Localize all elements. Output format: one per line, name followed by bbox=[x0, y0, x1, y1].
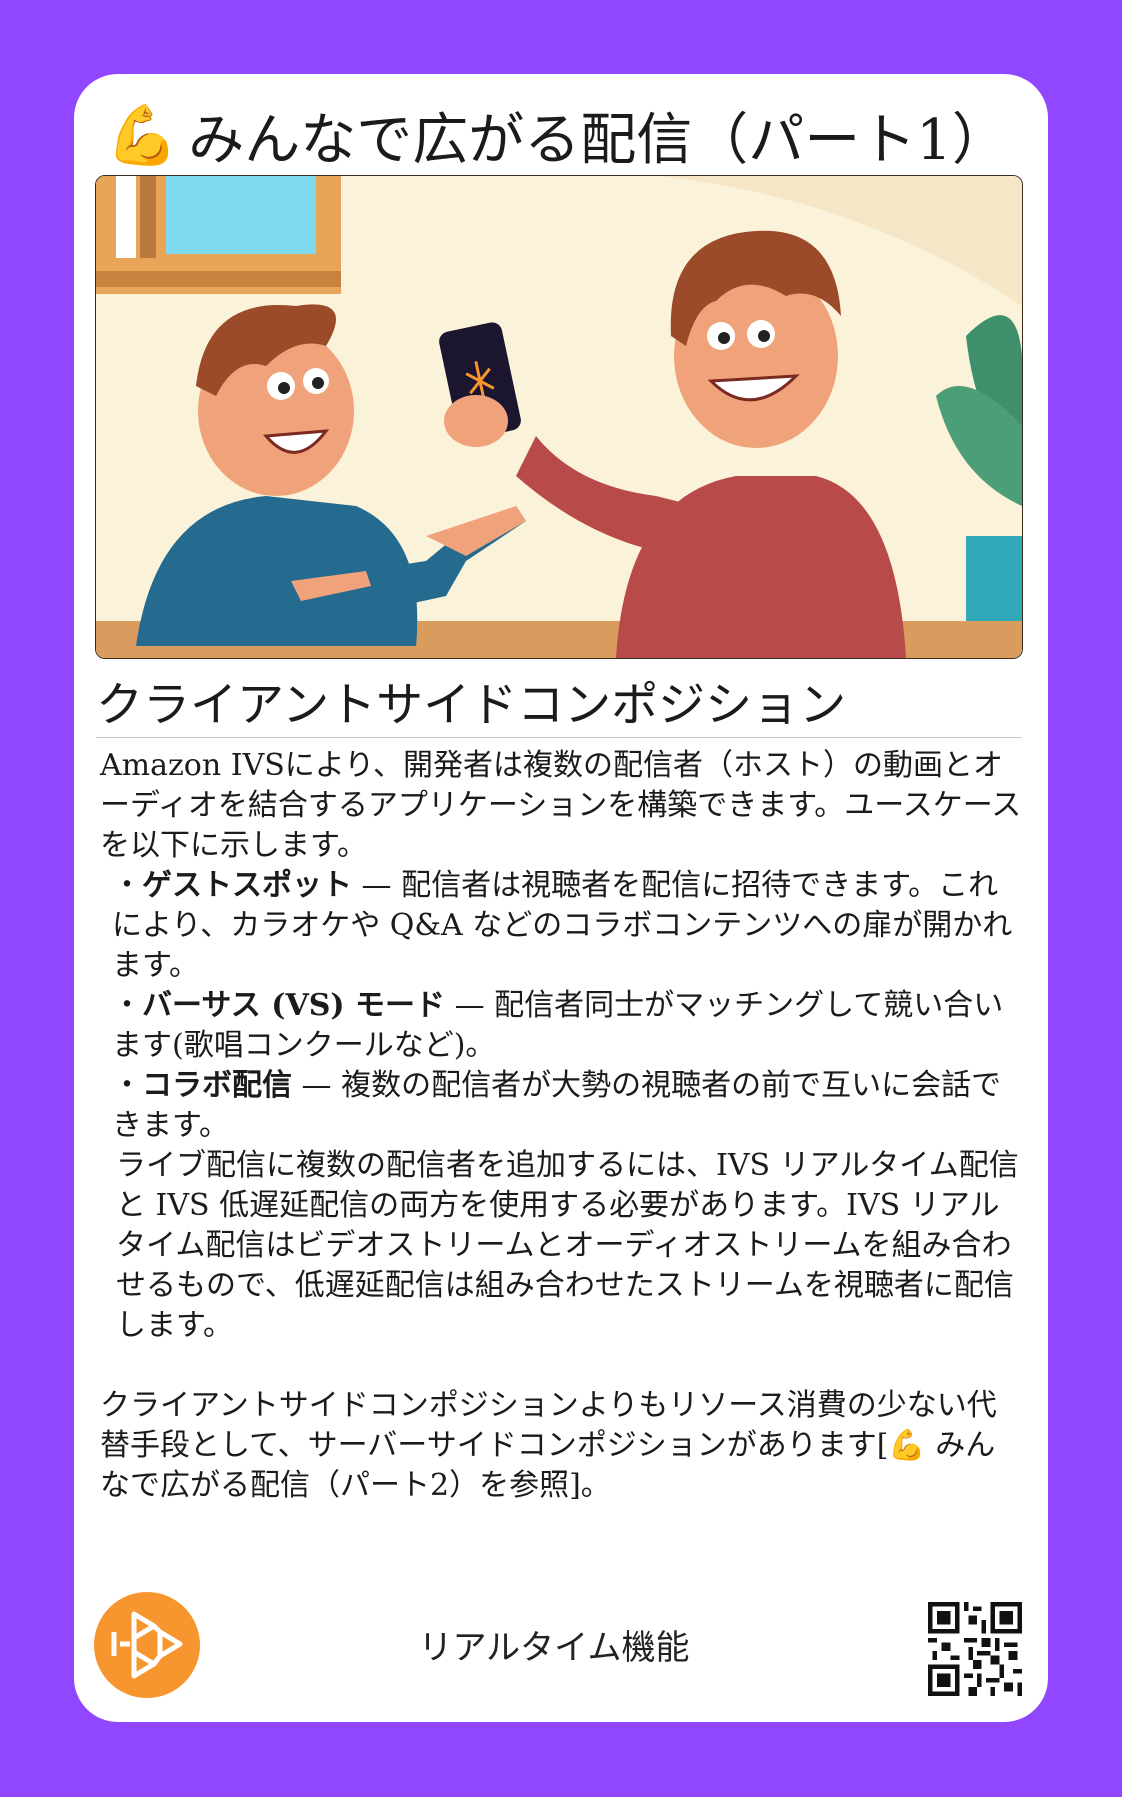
use-case-name: コラボ配信 bbox=[142, 1068, 292, 1103]
category-label: リアルタイム機能 bbox=[418, 1628, 690, 1668]
flexed-biceps-icon: 💪 bbox=[106, 100, 179, 169]
alternative-paragraph: クライアントサイドコンポジションよりもリソース消費の少ない代替手段として、サーバ… bbox=[100, 1388, 997, 1503]
use-case-item: ・ゲストスポット — 配信者は視聴者を配信に招待できます。これにより、カラオケや… bbox=[112, 868, 1013, 983]
intro-paragraph: Amazon IVSにより、開発者は複数の配信者（ホスト）の動画とオーディオを結… bbox=[100, 748, 1022, 863]
two-people-sharing-phone-illustration bbox=[96, 176, 1022, 658]
requirement-paragraph: ライブ配信に複数の配信者を追加するには、IVS リアルタイム配信と IVS 低遅… bbox=[116, 1148, 1019, 1343]
use-case-item: ・バーサス (VS) モード — 配信者同士がマッチングして競い合います(歌唱コ… bbox=[112, 988, 1004, 1063]
use-case-name: バーサス (VS) モード bbox=[142, 988, 446, 1023]
illustration bbox=[95, 175, 1023, 659]
ivs-logo-icon bbox=[94, 1592, 200, 1698]
use-case-item: ・コラボ配信 — 複数の配信者が大勢の視聴者の前で互いに会話できます。 bbox=[112, 1068, 1002, 1143]
card-body: Amazon IVSにより、開発者は複数の配信者（ホスト）の動画とオーディオを結… bbox=[100, 746, 1022, 1506]
card-title-text: みんなで広がる配信（パート1） bbox=[188, 107, 1008, 173]
heading-divider bbox=[96, 737, 1022, 738]
use-case-name: ゲストスポット bbox=[142, 868, 352, 903]
qr-code-icon bbox=[928, 1602, 1022, 1696]
section-heading: クライアントサイドコンポジション bbox=[96, 677, 847, 733]
feature-card: 💪 みんなで広がる配信（パート1） クライアントサイドコンポジション Amazo… bbox=[74, 74, 1048, 1722]
card-title: 💪 みんなで広がる配信（パート1） bbox=[106, 90, 1026, 180]
